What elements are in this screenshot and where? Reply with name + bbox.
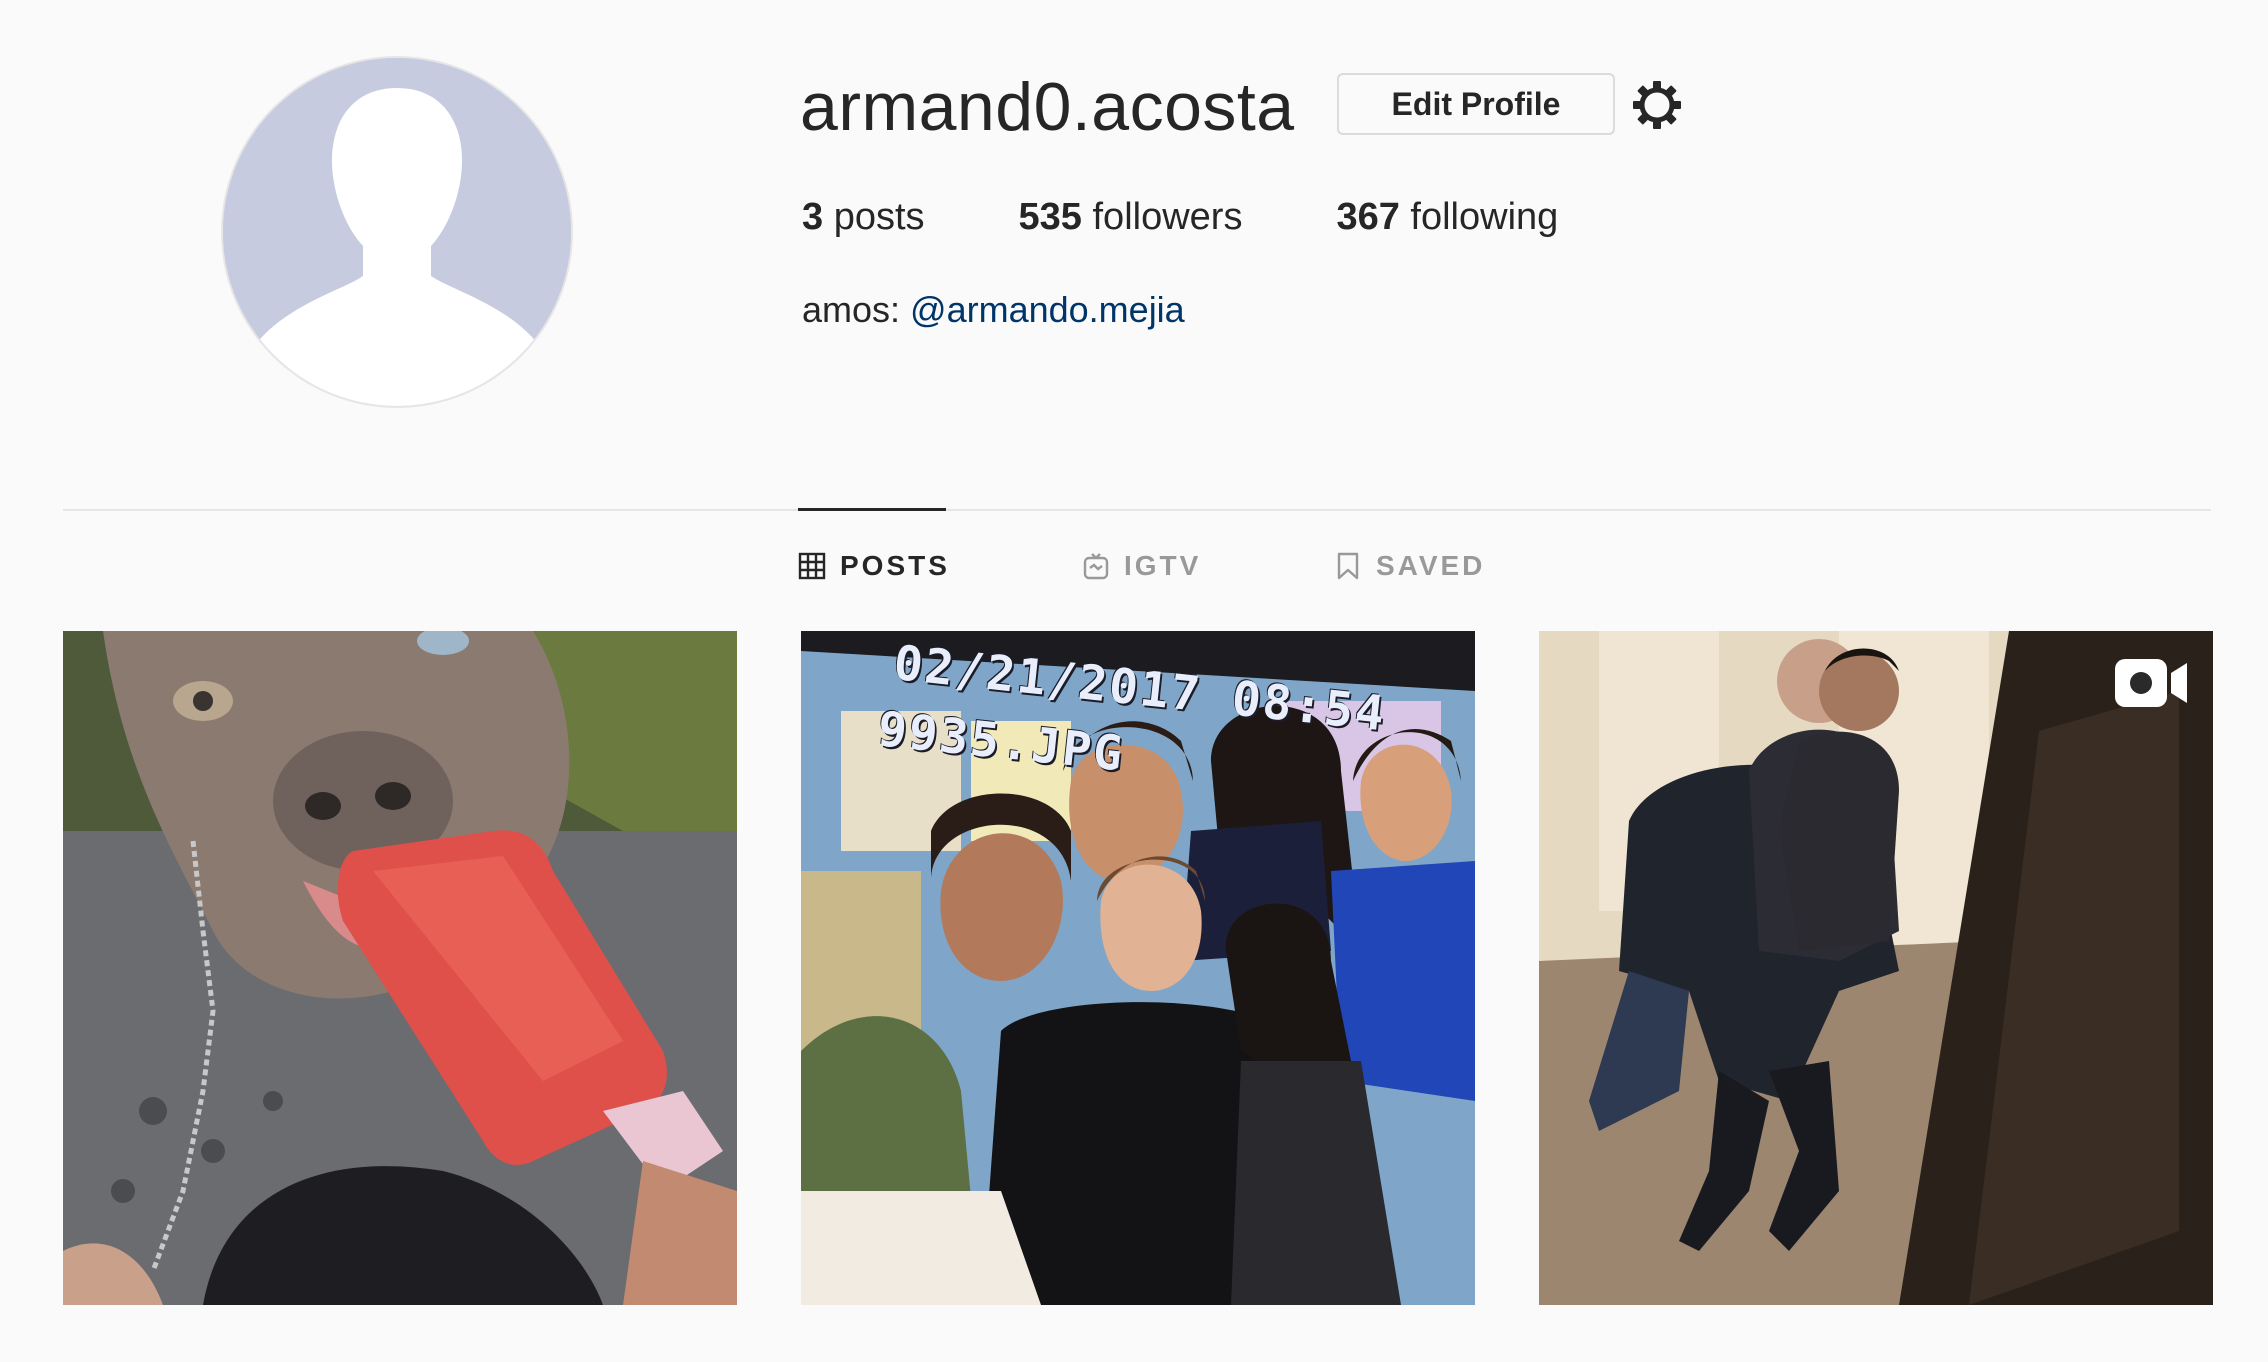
tabs-divider [63,509,2211,511]
profile-stats: 3 posts 535 followers 367 following [802,192,1558,242]
tab-igtv[interactable]: IGTV [1082,550,1201,582]
edit-profile-button[interactable]: Edit Profile [1337,73,1615,135]
profile-bio: amos: @armando.mejia [802,285,1185,335]
following-count-value: 367 [1336,196,1400,238]
default-avatar-silhouette-icon [223,58,571,406]
followers-link[interactable]: 535 followers [1019,192,1243,242]
following-count-label: following [1410,196,1559,238]
followers-count-value: 535 [1018,196,1082,238]
bio-mention-link[interactable]: @armando.mejia [910,289,1185,330]
video-camera-icon [2113,655,2189,711]
post-thumbnail-dog-popsicle[interactable] [63,631,737,1305]
tab-igtv-label: IGTV [1124,550,1202,581]
posts-count: 3 posts [802,192,925,242]
followers-count-label: followers [1092,196,1243,238]
posts-count-value: 3 [802,196,824,238]
tab-posts-label: POSTS [840,550,950,581]
dog-popsicle-photo [63,631,737,1305]
following-link[interactable]: 367 following [1336,192,1558,242]
profile-username: armand0.acosta [800,69,1295,145]
profile-avatar[interactable] [223,58,571,406]
tab-saved[interactable]: SAVED [1334,550,1485,582]
tv-icon [1082,552,1110,580]
gear-icon[interactable] [1630,78,1684,132]
hallway-video-thumbnail [1539,631,2213,1305]
grid-icon [798,552,826,580]
posts-count-label: posts [833,196,925,238]
post-thumbnail-students[interactable]: 02/21/2017 08:54 9935.JPG [801,631,1475,1305]
active-tab-indicator [798,508,946,511]
tab-saved-label: SAVED [1376,550,1486,581]
bookmark-icon [1334,552,1362,580]
post-thumbnail-hallway-video[interactable] [1539,631,2213,1305]
bio-text: amos: [802,289,911,330]
tab-posts[interactable]: POSTS [798,550,950,582]
